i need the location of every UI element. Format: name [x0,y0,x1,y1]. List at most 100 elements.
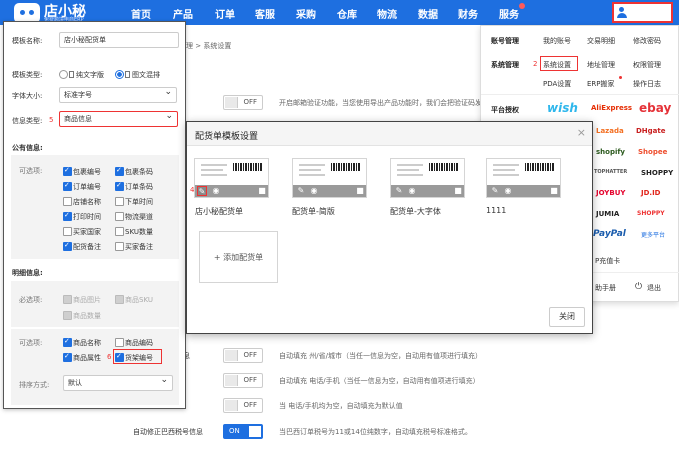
brand-paypal[interactable]: PayPal [593,229,626,239]
step-marker: 5 [49,116,54,124]
edit-icon[interactable]: ✎ [394,186,404,196]
delete-icon[interactable]: ■ [453,186,463,196]
preview-line [299,164,325,166]
edit-icon[interactable]: ✎ [490,186,500,196]
checkbox-order-barcode[interactable]: 订单条码 [115,181,153,192]
template-name-input[interactable]: 店小秘配货单 [59,32,179,48]
brand-shopify[interactable]: shopify [596,148,625,156]
template-card[interactable]: ✎ ◉ ■ [390,158,465,198]
preview-line [493,169,515,171]
address-mgmt-link[interactable]: 地址管理 [587,60,615,70]
preview-eye-icon[interactable]: ◉ [211,186,221,196]
transactions-link[interactable]: 交易明细 [587,36,615,46]
preview-eye-icon[interactable]: ◉ [503,186,513,196]
checkbox-buyer-country[interactable]: 买家国家 [63,227,101,237]
checkbox-package-barcode[interactable]: 包裹条码 [115,166,153,177]
template-card[interactable]: ✎ ◉ ■ [194,158,269,198]
template-card[interactable]: ✎ ◉ ■ [486,158,561,198]
nav-item-finance[interactable]: 财务 [458,6,478,21]
setting-toggle[interactable]: OFF [223,398,263,413]
radio-mixed[interactable]: 图文混排 [115,70,160,80]
my-account-link[interactable]: 我的账号 [543,36,571,46]
brand-lazada[interactable]: Lazada [596,127,624,135]
checkbox-product-attr[interactable]: 商品属性 [63,352,101,363]
preview-eye-icon[interactable]: ◉ [407,186,417,196]
logout-link[interactable]: 退出 [647,283,661,293]
setting-toggle[interactable]: OFF [223,373,263,388]
template-toolbar: ✎ ◉ ■ [487,185,560,197]
brand-jumia[interactable]: JUMIA [596,210,619,218]
preview-line [299,169,321,171]
radio-label: 纯文字版 [76,71,104,79]
checkbox-store-name[interactable]: 店铺名称 [63,197,101,207]
brand-tophatter[interactable]: TOPHATTER [594,169,627,175]
brand-wish[interactable]: wish [547,101,578,115]
template-card[interactable]: ✎ ◉ ■ [292,158,367,198]
edit-icon[interactable]: ✎ [296,186,306,196]
nav-item-orders[interactable]: 订单 [215,6,235,21]
info-type-select[interactable]: 商品信息 [59,109,178,127]
nav-item-service[interactable]: 客服 [255,6,275,21]
optional-label: 可选项: [19,167,43,175]
nav-item-data[interactable]: 数据 [418,6,438,21]
checkbox-buyer-note[interactable]: 买家备注 [115,242,153,252]
add-template-button[interactable]: + 添加配货单 [199,231,278,283]
nav-item-purchase[interactable]: 采购 [296,6,316,21]
brand-jdid[interactable]: JD.ID [641,189,661,197]
system-settings-link[interactable]: 系统设置 [543,60,571,70]
close-button[interactable]: 关闭 [549,307,585,327]
system-heading: 系统管理 [491,61,519,69]
delete-icon[interactable]: ■ [257,186,267,196]
change-password-link[interactable]: 修改密码 [633,36,661,46]
more-platforms-link[interactable]: 更多平台 [641,230,665,239]
font-size-label: 字体大小: [12,92,43,100]
checkbox-product-code[interactable]: 商品编码 [115,338,153,348]
operation-log-link[interactable]: 操作日志 [633,79,661,89]
nav-item-logistics[interactable]: 物流 [377,6,397,21]
preview-eye-icon[interactable]: ◉ [309,186,319,196]
brand-shoppy[interactable]: SHOPPY [637,210,665,217]
radio-text-only[interactable]: 纯文字版 [59,70,104,80]
checkbox-package-no[interactable]: 包裹编号 [63,166,101,177]
user-icon [617,7,627,18]
setting-toggle[interactable]: OFF [223,348,263,363]
template-type-label: 模板类型: [12,71,43,79]
delete-icon[interactable]: ■ [355,186,365,196]
checkbox-picking-note[interactable]: 配货备注 [63,241,101,252]
picking-template-modal: 配货单模板设置 × 4 ✎ ◉ ■ 店小秘配货单 ✎ ◉ ■ 配货单-简版 ✎ … [186,121,593,334]
nav-item-home[interactable]: 首页 [131,6,151,21]
checkbox-print-time[interactable]: 打印时间 [63,211,101,222]
nav-item-products[interactable]: 产品 [173,6,193,21]
edit-icon[interactable]: ✎ [197,186,207,196]
brand-aliexpress[interactable]: AliExpress [591,104,632,112]
brand-dhgate[interactable]: DHgate [636,127,666,135]
template-toolbar: ✎ ◉ ■ [293,185,366,197]
checkbox-order-time[interactable]: 下单时间 [115,197,153,207]
checkbox-product-name[interactable]: 商品名称 [63,337,101,348]
brand-joybuy[interactable]: JOYBUY [596,189,625,197]
brand-ebay[interactable]: ebay [639,101,671,115]
user-menu-button[interactable] [612,2,673,23]
sort-select[interactable]: 默认 [63,373,173,391]
nav-item-warehouse[interactable]: 仓库 [337,6,357,21]
recharge-card-link[interactable]: P充值卡 [595,256,620,266]
checkbox-order-no[interactable]: 订单编号 [63,181,101,192]
pda-settings-link[interactable]: PDA设置 [543,79,571,89]
erp-move-link[interactable]: ERP搬家 [587,79,615,89]
close-icon[interactable]: × [577,126,586,139]
document-icon [69,71,74,78]
checkbox-logistics-channel[interactable]: 物流渠道 [115,212,153,222]
brand-shopee[interactable]: Shopee [638,148,667,156]
checkbox-shelf-no[interactable]: 货架编号 [115,352,153,363]
checkbox-sku-count[interactable]: SKU数量 [115,227,153,237]
brand-extra[interactable]: SHOPPY [641,169,673,177]
email-verify-toggle[interactable]: OFF [223,95,263,110]
nav-item-services[interactable]: 服务 [499,6,519,21]
permission-mgmt-link[interactable]: 权限管理 [633,60,661,70]
document-icon [125,71,130,78]
delete-icon[interactable]: ■ [549,186,559,196]
font-size-select[interactable]: 标准字号 [59,85,177,103]
help-manual-link[interactable]: 助手册 [595,283,616,293]
info-type-label: 信息类型: [12,117,43,125]
brazil-tax-toggle[interactable]: ON [223,424,263,439]
